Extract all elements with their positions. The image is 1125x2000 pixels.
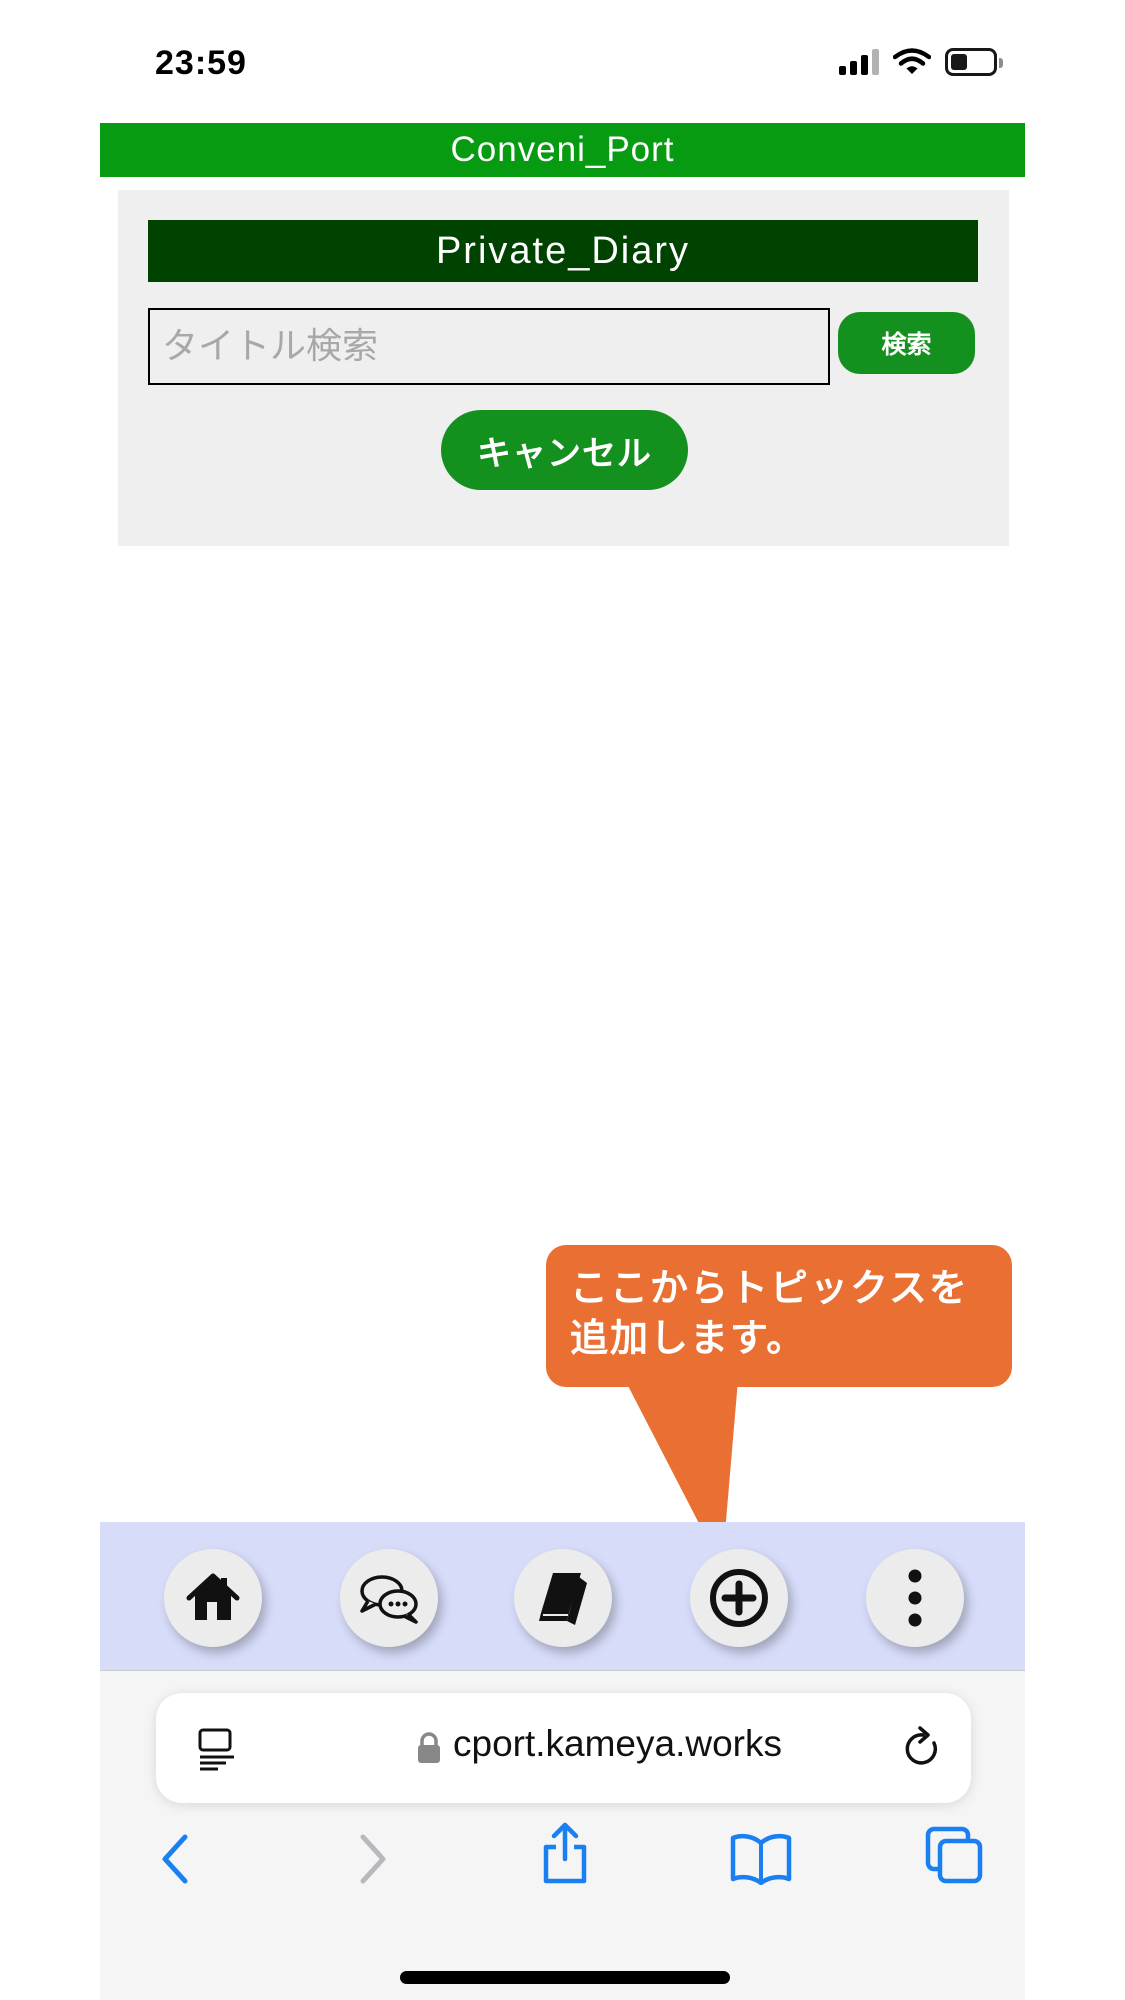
status-icons	[839, 48, 1003, 76]
search-button[interactable]: 検索	[838, 312, 975, 374]
back-icon[interactable]	[155, 1831, 195, 1887]
bottom-nav	[100, 1522, 1025, 1670]
callout-line2: 追加します。	[570, 1316, 807, 1360]
home-indicator[interactable]	[400, 1971, 730, 1984]
callout-line1: ここからトピックスを	[570, 1266, 969, 1310]
nav-add-topic-button[interactable]	[690, 1549, 788, 1647]
title-search-input[interactable]	[148, 308, 830, 385]
reader-icon[interactable]	[196, 1727, 238, 1771]
add-circle-icon	[710, 1569, 768, 1627]
cancel-button[interactable]: キャンセル	[441, 410, 688, 490]
lock-icon	[418, 1732, 440, 1763]
address-bar[interactable]: cport.kameya.works	[156, 1693, 971, 1803]
home-icon	[186, 1573, 240, 1620]
tip-callout: ここからトピックスを 追加します。	[546, 1245, 1012, 1387]
browser-chrome: cport.kameya.works	[100, 1670, 1025, 2000]
share-icon[interactable]	[540, 1821, 590, 1885]
chat-icon	[360, 1575, 418, 1624]
signal-icon	[839, 49, 879, 75]
book-icon	[539, 1573, 587, 1625]
bookmarks-icon[interactable]	[730, 1831, 792, 1885]
app-title: Conveni_Port	[100, 123, 1025, 177]
nav-diary-button[interactable]	[514, 1549, 612, 1647]
tabs-icon[interactable]	[925, 1826, 985, 1886]
status-time: 23:59	[155, 44, 247, 82]
more-vertical-icon	[908, 1569, 922, 1627]
wifi-icon	[893, 48, 931, 74]
battery-icon	[945, 48, 1003, 76]
forward-icon[interactable]	[353, 1831, 393, 1887]
nav-home-button[interactable]	[164, 1549, 262, 1647]
nav-chat-button[interactable]	[340, 1549, 438, 1647]
search-panel: Private_Diary 検索 キャンセル	[118, 190, 1009, 546]
panel-title: Private_Diary	[148, 220, 978, 282]
reload-icon[interactable]	[901, 1725, 943, 1771]
nav-more-button[interactable]	[866, 1549, 964, 1647]
url-text[interactable]: cport.kameya.works	[453, 1723, 782, 1765]
